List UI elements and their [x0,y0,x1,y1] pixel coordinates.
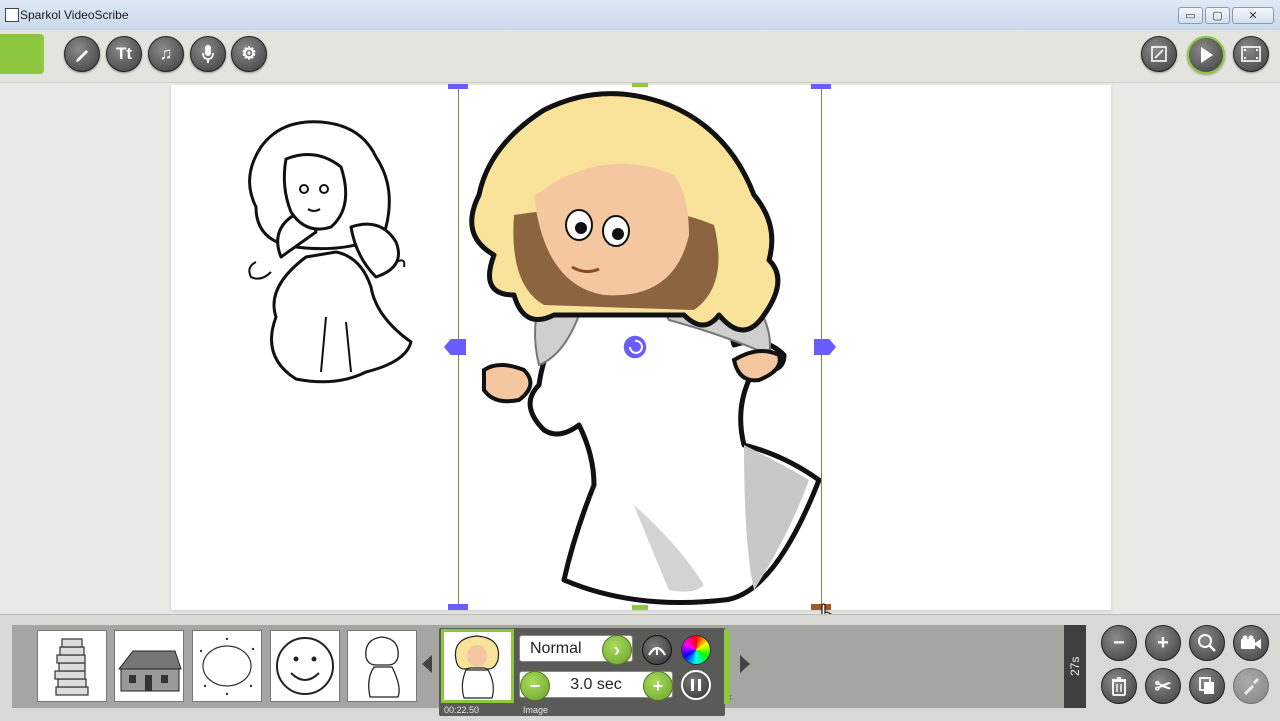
zoom-out-icon: − [1113,631,1125,654]
pencil-icon [73,45,91,63]
timeline-thumb-books[interactable] [37,630,107,702]
timeline-scroll-left[interactable] [422,655,432,673]
zoom-out-button[interactable]: − [1101,625,1137,661]
zoom-fit-button[interactable] [1189,625,1225,661]
settings-button[interactable]: ⚙ [231,36,267,72]
timeline-scroll-right[interactable] [740,655,750,673]
element-type: Image [523,705,549,715]
main-toolbar: Tt ♫ ⚙ [0,30,1280,83]
camera-position-button[interactable] [1141,36,1177,72]
zoom-in-icon: + [1157,631,1169,654]
copy-icon [1198,676,1216,696]
set-camera-icon [1240,635,1262,651]
decrease-duration-button[interactable]: − [520,671,550,701]
dotted-circle-icon [199,637,255,696]
timeline-thumb-circle[interactable] [192,630,262,702]
gear-icon: ⚙ [241,44,257,63]
add-text-button[interactable]: Tt [106,36,142,72]
play-icon [1198,46,1214,64]
cottage-icon [117,650,182,692]
angel-sketch-icon [365,636,400,698]
delete-icon [1111,676,1127,696]
increase-duration-button[interactable]: + [643,671,673,701]
minus-icon: − [529,675,541,696]
paste-button[interactable] [1233,668,1269,704]
color-picker-button[interactable] [681,635,711,665]
render-video-button[interactable] [1233,36,1269,72]
transition-value: Normal [530,640,582,657]
selection-handle-top-left[interactable] [448,84,468,89]
timeline-thumb-angel-sketch[interactable] [347,630,417,702]
render-video-icon [1241,45,1261,63]
window-title: Sparkol VideoScribe [20,8,129,22]
total-duration: 27s [1064,625,1086,708]
text-icon: Tt [115,44,133,63]
camera-position-icon [1150,45,1168,63]
maximize-button[interactable]: ▢ [1205,7,1230,24]
window-title-bar: Sparkol VideoScribe ▭ ▢ ✕ [0,0,1280,31]
minimize-button[interactable]: ▭ [1178,7,1203,24]
duration-value: 3.0 sec [570,676,622,693]
angel-color-image[interactable] [454,85,834,610]
pause-button[interactable] [681,670,711,700]
selection-handle-bottom-left[interactable] [448,604,468,610]
app-icon [5,8,19,22]
total-duration-value: 27s [1068,656,1082,677]
angel-sketch-image[interactable] [236,117,421,387]
hand-icon [648,643,666,657]
rotate-handle[interactable] [622,334,648,360]
close-button[interactable]: ✕ [1232,7,1274,24]
delete-button[interactable] [1101,668,1137,704]
move-hand-button[interactable] [642,635,672,665]
plus-icon: + [652,675,664,696]
stack-of-books-icon [54,638,89,696]
music-icon: ♫ [159,44,173,63]
microphone-icon [200,44,216,64]
zoom-in-button[interactable]: + [1145,625,1181,661]
home-tab[interactable] [0,34,44,74]
window-controls: ▭ ▢ ✕ [1176,7,1274,24]
timeline-thumb-angel-selected[interactable] [441,629,514,703]
copy-button[interactable] [1189,668,1225,704]
angel-color-icon [454,635,500,699]
pause-icon [690,678,702,692]
add-music-button[interactable]: ♫ [148,36,184,72]
set-camera-button[interactable] [1233,625,1269,661]
paste-icon [1242,677,1260,695]
play-button[interactable] [1187,36,1225,74]
chevron-right-icon: › [614,639,620,660]
add-image-button[interactable] [64,36,100,72]
selection-handle-top-right[interactable] [811,84,831,89]
selection-handle-bottom[interactable] [632,605,648,610]
smiley-face-icon [276,637,334,695]
record-voice-button[interactable] [190,36,226,72]
selection-handle-top[interactable] [632,83,648,87]
timeline-thumb-cottage[interactable] [114,630,184,702]
zoom-fit-icon [1197,633,1217,653]
cut-button[interactable]: ✂ [1145,668,1181,704]
selected-element-marker [724,630,730,704]
element-time: 00:22.50 [444,705,480,715]
scribe-canvas[interactable] [171,85,1111,610]
cut-icon: ✂ [1154,675,1172,698]
timeline-thumb-smiley[interactable] [270,630,340,702]
next-transition-button[interactable]: › [602,635,632,665]
